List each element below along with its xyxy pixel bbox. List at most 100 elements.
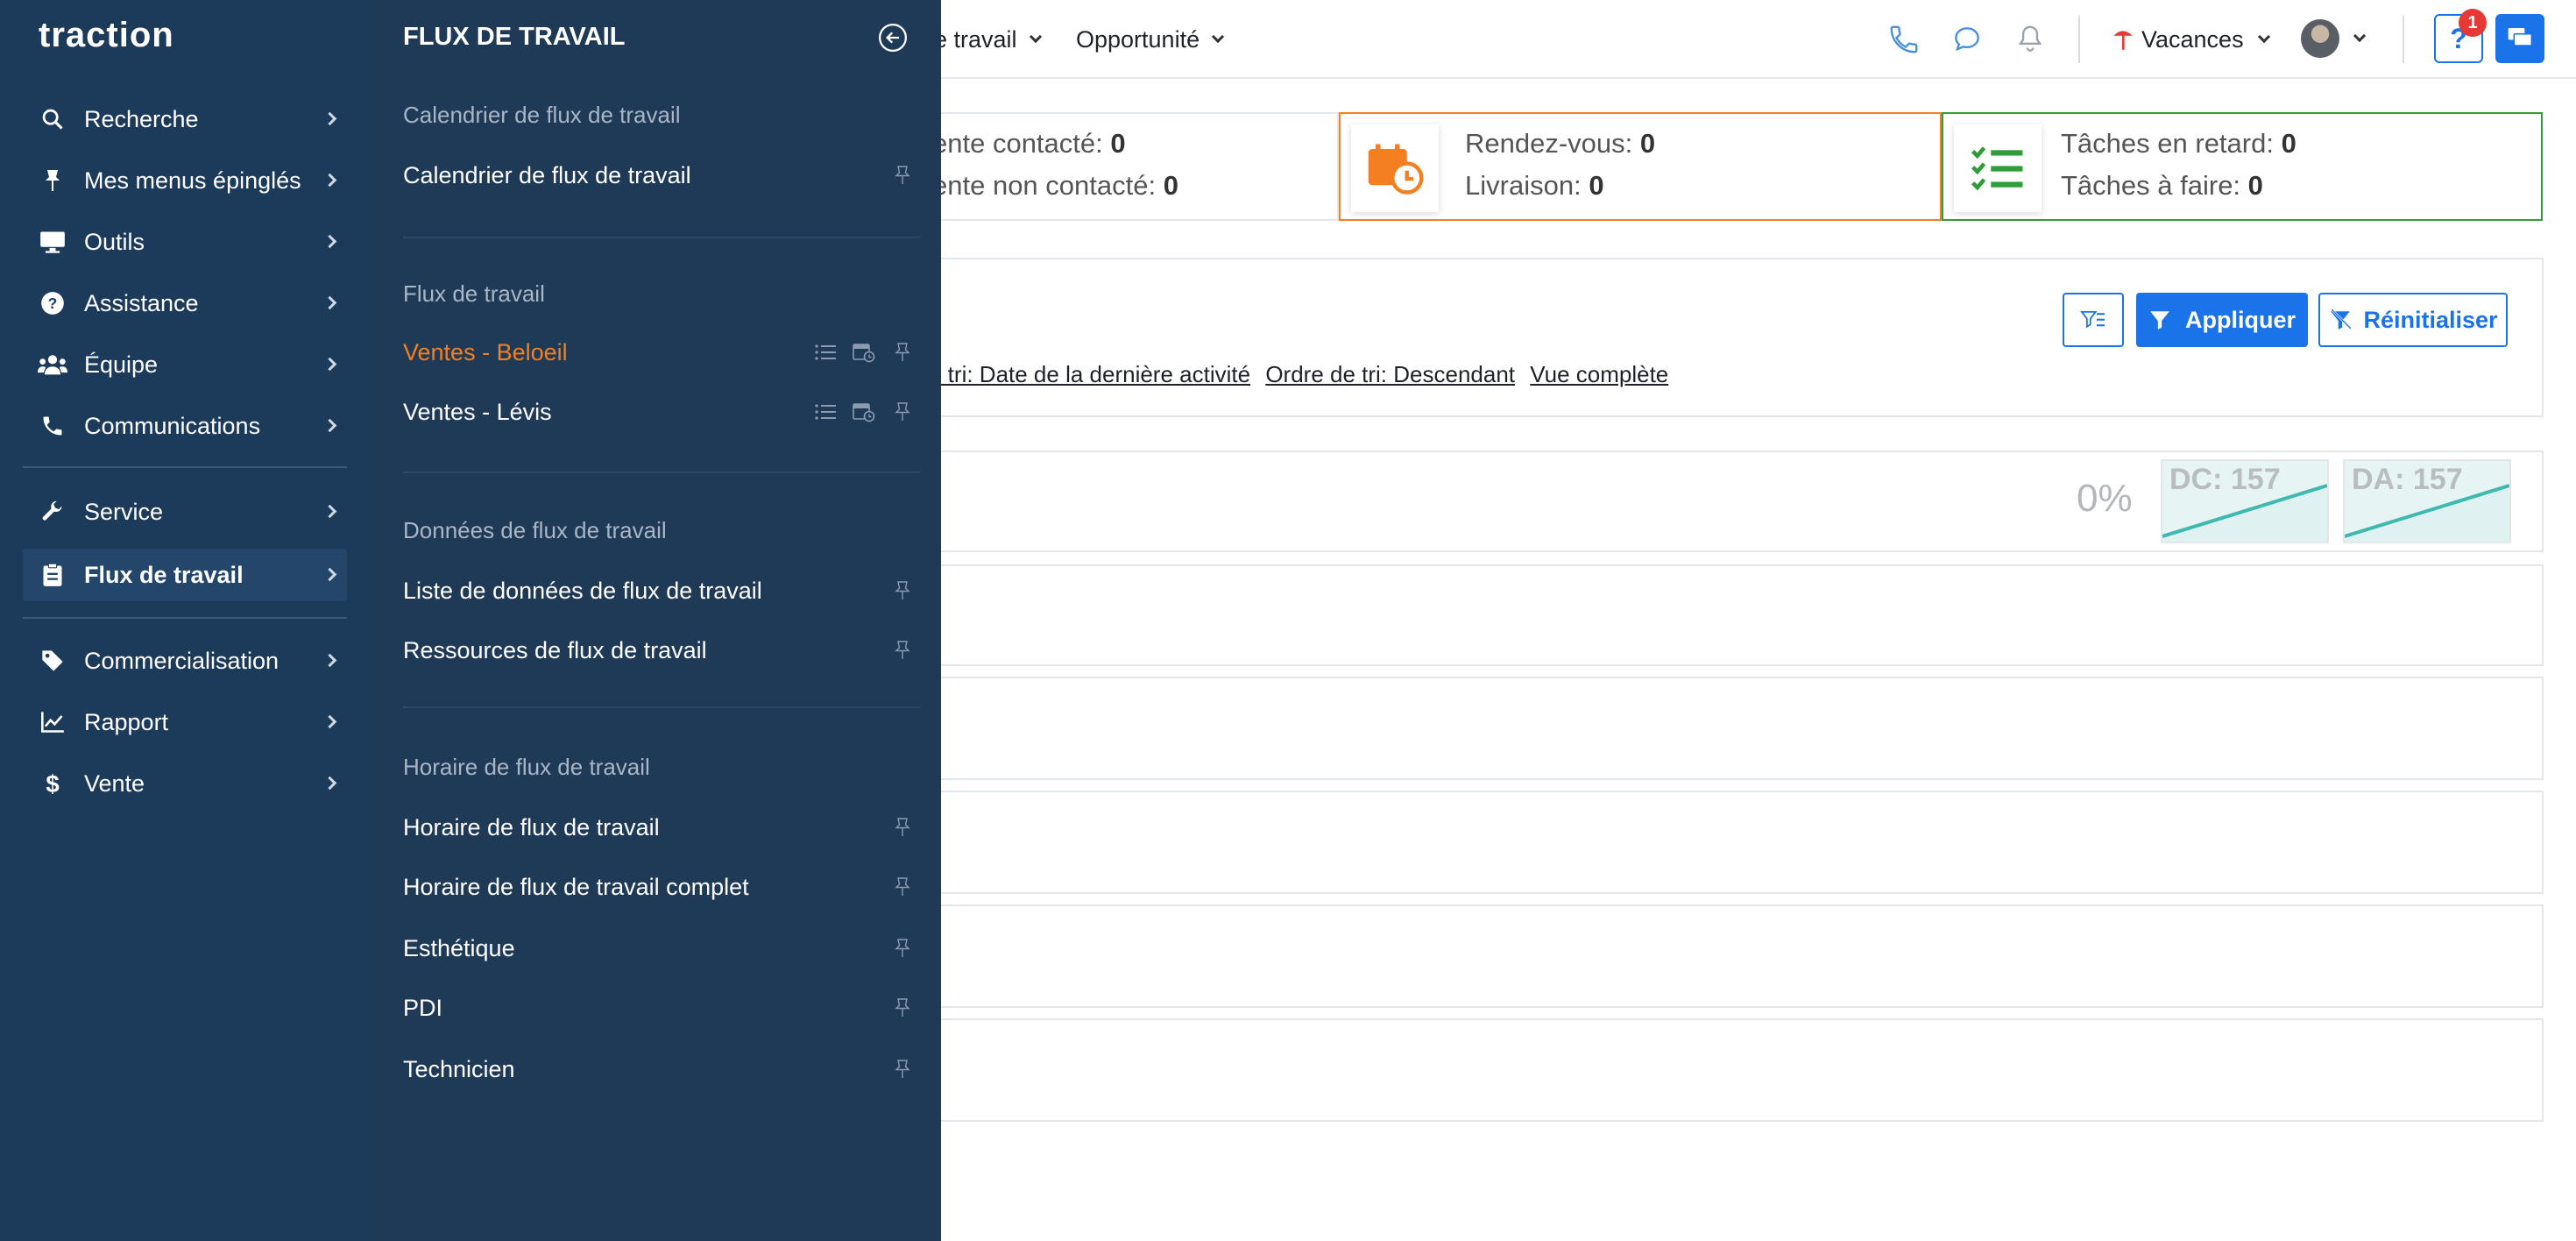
calendar-clock-icon [1351, 124, 1439, 212]
divider [403, 472, 920, 473]
submenu-item-workflow-schedule-full[interactable]: Horaire de flux de travail complet [403, 864, 920, 910]
list-item[interactable] [929, 677, 2544, 780]
calendar-clock-icon[interactable] [852, 340, 876, 365]
submenu-item-esthetique[interactable]: Esthétique [403, 925, 920, 971]
sort-order-link[interactable]: Ordre de tri: Descendant [1265, 361, 1515, 387]
monitor-icon [35, 224, 70, 259]
divider [2078, 16, 2080, 63]
sidebar-item-flux-de-travail[interactable]: Flux de travail [23, 549, 347, 601]
sidebar-item-label: Vente [84, 769, 145, 797]
pin-icon[interactable] [890, 815, 915, 840]
pin-icon[interactable] [890, 1057, 915, 1081]
sidebar-item-commercialisation[interactable]: Commercialisation [23, 635, 347, 687]
topnav-opportunity-menu[interactable]: Opportunité [1076, 0, 1225, 79]
submenu-item-technicien[interactable]: Technicien [403, 1046, 920, 1092]
pin-icon[interactable] [890, 163, 915, 188]
sort-field-link[interactable]: e tri: Date de la dernière activité [929, 361, 1250, 387]
bell-icon[interactable] [2013, 23, 2047, 56]
sidebar-item-outils[interactable]: Outils [23, 216, 347, 268]
sidebar-item-label: Mes menus épinglés [84, 167, 301, 194]
submenu-item-workflow-schedule[interactable]: Horaire de flux de travail [403, 805, 920, 850]
search-icon [35, 102, 70, 137]
submenu-item-ventes-levis[interactable]: Ventes - Lévis [403, 389, 920, 435]
sidebar-item-label: Outils [84, 228, 145, 255]
chat-bubble-icon[interactable] [1950, 23, 1984, 56]
sidebar-item-label: Commercialisation [84, 647, 280, 674]
chevron-right-icon [322, 234, 337, 249]
submenu-item-label: Horaire de flux de travail complet [403, 873, 749, 900]
submenu-item-label: Horaire de flux de travail [403, 813, 660, 840]
sidebar-item-pinned-menus[interactable]: Mes menus épinglés [23, 154, 347, 207]
submenu-item-ventes-beloeil[interactable]: Ventes - Beloeil [403, 330, 920, 375]
topnav-workflow-menu[interactable]: e travail [934, 0, 1042, 79]
submenu-item-label: Liste de données de flux de travail [403, 577, 762, 604]
chevron-right-icon [322, 111, 337, 126]
list-item[interactable] [929, 1018, 2544, 1122]
dc-label: DC: 157 [2169, 463, 2281, 496]
stat-deliveries: Livraison: 0 [1465, 170, 1604, 201]
vacation-dropdown[interactable]: Vacances [2112, 0, 2270, 79]
phone-icon[interactable] [1887, 23, 1921, 56]
view-link[interactable]: Vue complète [1530, 361, 1668, 387]
back-arrow-icon[interactable] [878, 23, 908, 53]
section-header: Horaire de flux de travail [403, 754, 650, 780]
user-menu[interactable] [2301, 19, 2367, 58]
help-circle-icon: ? [35, 286, 70, 321]
list-item[interactable] [929, 791, 2544, 894]
calendar-clock-icon[interactable] [852, 400, 876, 424]
apply-button[interactable]: Appliquer [2136, 293, 2308, 347]
sidebar-item-communications[interactable]: Communications [23, 400, 347, 452]
pin-icon[interactable] [890, 400, 915, 424]
pin-icon[interactable] [890, 875, 915, 899]
avatar [2301, 19, 2339, 58]
messages-button[interactable] [2495, 14, 2544, 63]
sidebar-item-label: Communications [84, 412, 261, 439]
sidebar-item-equipe[interactable]: Équipe [23, 338, 347, 391]
pin-icon[interactable] [890, 936, 915, 961]
chevron-right-icon [322, 776, 337, 791]
stat-tasks-overdue: Tâches en retard: 0 [2061, 128, 2296, 159]
sidebar-item-vente[interactable]: $ Vente [23, 757, 347, 810]
sidebar-item-assistance[interactable]: ? Assistance [23, 277, 347, 330]
submenu-item-workflow-data-list[interactable]: Liste de données de flux de travail [403, 568, 920, 613]
logo: traction [39, 16, 174, 54]
dollar-icon: $ [35, 766, 70, 801]
sidebar-item-label: Équipe [84, 351, 159, 378]
pin-icon[interactable] [890, 578, 915, 603]
topnav-workflow-label: e travail [934, 25, 1017, 53]
filter-options-button[interactable] [2063, 293, 2124, 347]
chevron-right-icon [322, 714, 337, 729]
pin-icon[interactable] [890, 340, 915, 365]
divider [23, 617, 347, 619]
pin-icon[interactable] [890, 638, 915, 663]
stat-leads-not-contacted: ente non contacté: 0 [932, 170, 1178, 201]
clipboard-icon [35, 557, 70, 592]
section-header: Calendrier de flux de travail [403, 102, 681, 128]
umbrella-icon [2113, 31, 2133, 50]
submenu-item-workflow-resources[interactable]: Ressources de flux de travail [403, 628, 920, 673]
submenu-item-label: Ventes - Beloeil [403, 338, 568, 365]
sidebar-item-recherche[interactable]: Recherche [23, 93, 347, 145]
list-item[interactable] [929, 564, 2544, 666]
list-icon[interactable] [813, 340, 838, 365]
submenu-item-pdi[interactable]: PDI [403, 985, 920, 1031]
chevron-right-icon [322, 567, 337, 582]
sidebar-item-label: Recherche [84, 105, 199, 132]
reset-button[interactable]: Réinitialiser [2318, 293, 2508, 347]
sidebar-item-label: Service [84, 498, 164, 525]
vacation-label: Vacances [2141, 25, 2244, 53]
sidebar-item-label: Rapport [84, 708, 169, 735]
submenu-item-label: Ventes - Lévis [403, 398, 552, 425]
list-item[interactable] [929, 904, 2544, 1008]
sidebar-item-service[interactable]: Service [23, 486, 347, 538]
filter-clear-icon [2331, 308, 2353, 330]
da-label: DA: 157 [2352, 463, 2463, 496]
divider [23, 466, 347, 468]
sidebar-item-rapport[interactable]: Rapport [23, 696, 347, 748]
section-header: Flux de travail [403, 280, 545, 307]
section-header: Données de flux de travail [403, 517, 667, 543]
sidebar-item-label: Assistance [84, 289, 199, 316]
list-icon[interactable] [813, 400, 838, 424]
pin-icon[interactable] [890, 996, 915, 1020]
submenu-item-workflow-calendar[interactable]: Calendrier de flux de travail [403, 152, 920, 198]
